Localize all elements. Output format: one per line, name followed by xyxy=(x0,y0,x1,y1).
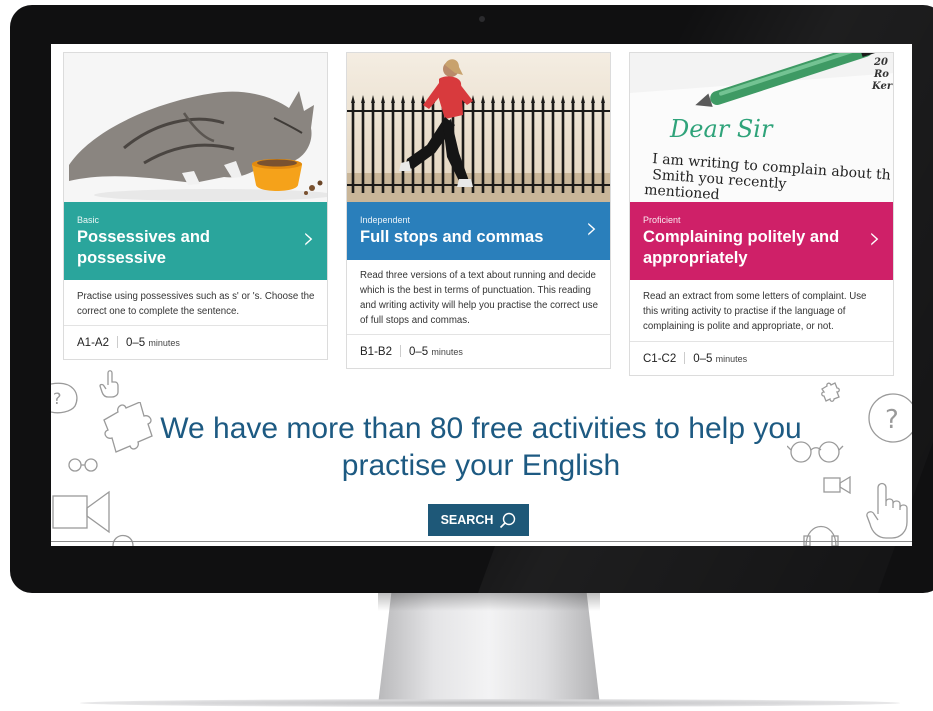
runner-illustration xyxy=(347,53,610,202)
divider xyxy=(684,352,686,364)
letter-illustration: Dear Sir I am writing to complain about … xyxy=(630,53,893,202)
chevron-right-icon[interactable]: › xyxy=(869,224,881,254)
chevron-right-icon[interactable]: › xyxy=(586,214,598,244)
duration-unit: minutes xyxy=(148,338,180,348)
monitor-base-shadow xyxy=(80,699,900,707)
cat-illustration xyxy=(64,53,327,202)
divider xyxy=(399,345,401,357)
search-icon xyxy=(500,512,516,528)
duration-value: 0–5 xyxy=(125,337,146,349)
promo-headline: We have more than 80 free activities to … xyxy=(160,412,802,482)
card-meta: C1-C2 0–5 minutes xyxy=(630,341,893,375)
card-header[interactable]: Basic Possessives and possessive › xyxy=(64,202,327,280)
pointer-hand-icon xyxy=(866,482,908,539)
letter-corner-text: Ro xyxy=(873,69,889,80)
letter-corner-text: 20 xyxy=(873,57,888,68)
card-description: Practise using possessives such as s' or… xyxy=(77,291,315,317)
glasses-icon xyxy=(68,458,98,472)
svg-text:?: ? xyxy=(885,405,899,435)
card-description: Read three versions of a text about runn… xyxy=(360,270,598,326)
duration-unit: minutes xyxy=(431,347,463,357)
duration-value: 0–5 xyxy=(408,346,429,358)
search-button-label: SEARCH xyxy=(440,513,494,527)
level-label: Independent xyxy=(360,215,411,225)
level-label: Proficient xyxy=(643,215,681,225)
video-camera-icon xyxy=(823,475,851,494)
activity-card-complaining[interactable]: Dear Sir I am writing to complain about … xyxy=(629,52,894,376)
card-meta: A1-A2 0–5 minutes xyxy=(64,325,327,359)
puzzle-icon xyxy=(821,382,840,402)
card-description: Read an extract from some letters of com… xyxy=(643,291,867,332)
level-code: C1-C2 xyxy=(643,353,677,365)
cat-eating-image xyxy=(64,53,327,202)
duration-unit: minutes xyxy=(715,354,748,364)
duration-value: 0–5 xyxy=(693,353,713,365)
woman-running-image xyxy=(347,53,610,202)
card-header[interactable]: Proficient Complaining politely and appr… xyxy=(630,202,893,280)
level-code: B1-B2 xyxy=(360,346,392,358)
card-title[interactable]: Possessives and possessive xyxy=(77,227,287,269)
level-label: Basic xyxy=(77,215,100,225)
letter-salutation: Dear Sir xyxy=(669,115,774,143)
website-screen: Basic Possessives and possessive › Pract… xyxy=(51,44,912,546)
search-button[interactable]: SEARCH xyxy=(428,504,529,536)
stand-shadow xyxy=(378,593,600,611)
pointer-hand-icon xyxy=(99,370,119,398)
webcam-dot xyxy=(479,16,485,22)
card-title[interactable]: Complaining politely and appropriately xyxy=(643,227,853,269)
level-code: A1-A2 xyxy=(77,337,109,349)
activity-card-full-stops[interactable]: Independent Full stops and commas › Read… xyxy=(346,52,611,369)
svg-text:?: ? xyxy=(53,389,62,408)
question-bubble-icon: ? xyxy=(868,393,912,443)
letter-corner-text: Ker xyxy=(871,81,893,92)
chevron-right-icon[interactable]: › xyxy=(303,224,315,254)
monitor-mockup: Basic Possessives and possessive › Pract… xyxy=(0,0,933,711)
puzzle-icon xyxy=(103,402,153,453)
letter-and-pen-image: Dear Sir I am writing to complain about … xyxy=(630,53,893,202)
headphones-icon xyxy=(112,534,134,546)
video-camera-icon xyxy=(52,490,110,534)
question-bubble-icon: ? xyxy=(51,382,78,414)
divider xyxy=(116,336,118,348)
card-title[interactable]: Full stops and commas xyxy=(360,227,570,248)
screen-divider xyxy=(51,541,912,542)
activity-card-possessives[interactable]: Basic Possessives and possessive › Pract… xyxy=(63,52,328,360)
card-header[interactable]: Independent Full stops and commas › xyxy=(347,202,610,260)
card-meta: B1-B2 0–5 minutes xyxy=(347,334,610,368)
